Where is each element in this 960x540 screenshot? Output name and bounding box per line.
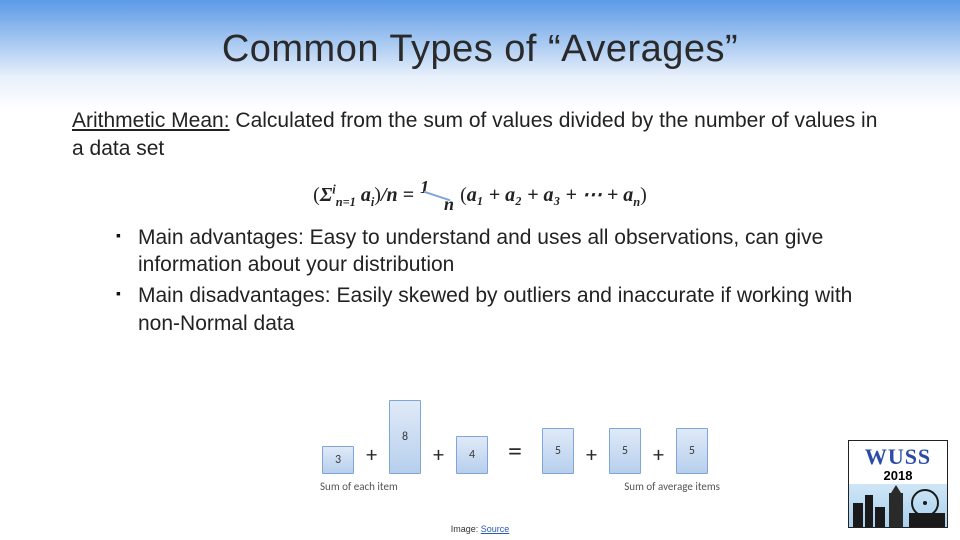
bullet-list: Main advantages: Easy to understand and … [116, 224, 888, 337]
bullet-disadvantages: Main disadvantages: Easily skewed by out… [116, 282, 888, 337]
bullet-advantages: Main advantages: Easy to understand and … [116, 224, 888, 279]
image-credit: Image: Source [0, 524, 960, 534]
bar-right-3: 5 [676, 428, 708, 474]
bar-left-1: 3 [322, 446, 354, 474]
sum-terms: a₁ + a₂ + a₃ + ⋯ + a [467, 184, 634, 206]
fraction-1-over-n: 1n [420, 183, 454, 209]
plus-icon: + [647, 441, 670, 474]
paren-close-2: ) [640, 184, 647, 206]
bar-row: 3 + 8 + 4 = 5 + 5 + 5 [260, 392, 770, 474]
equals: = [398, 184, 419, 206]
section-heading: Arithmetic Mean: Calculated from the sum… [72, 107, 888, 164]
var-a: a [356, 184, 371, 206]
section-label: Arithmetic Mean: [72, 109, 230, 132]
caption-left: Sum of each item [320, 480, 398, 493]
logo-year: 2018 [849, 468, 947, 483]
logo-text: WUSS [849, 444, 947, 470]
content-area: Arithmetic Mean: Calculated from the sum… [0, 71, 960, 337]
wuss-logo: WUSS 2018 [848, 440, 948, 528]
credit-link[interactable]: Source [481, 524, 510, 534]
bar-right-1: 5 [542, 428, 574, 474]
sigma: Σ [320, 184, 332, 206]
frac-den: n [444, 194, 454, 215]
formula: (Σin=1 ai)/n = 1n (a₁ + a₂ + a₃ + ⋯ + an… [72, 182, 888, 210]
paren-open-2: ( [455, 184, 467, 206]
plus-icon: + [427, 441, 450, 474]
caption-right: Sum of average items [624, 480, 720, 493]
bar-right-2: 5 [609, 428, 641, 474]
bar-left-2: 8 [389, 400, 421, 474]
plus-icon: + [580, 441, 603, 474]
credit-prefix: Image: [451, 524, 479, 534]
skyline-icon [849, 483, 948, 527]
illustration-captions: Sum of each item Sum of average items [260, 480, 770, 493]
bar-left-3: 4 [456, 436, 488, 474]
divide-n: /n [381, 184, 398, 206]
equals-icon: = [494, 433, 536, 474]
plus-icon: + [360, 441, 383, 474]
frac-num: 1 [420, 177, 429, 198]
mean-illustration: 3 + 8 + 4 = 5 + 5 + 5 Sum of each item S… [260, 392, 770, 512]
paren-close: ) [374, 184, 381, 206]
slide-title: Common Types of “Averages” [0, 0, 960, 71]
paren-open: ( [313, 184, 320, 206]
sigma-lower: n=1 [336, 195, 356, 209]
